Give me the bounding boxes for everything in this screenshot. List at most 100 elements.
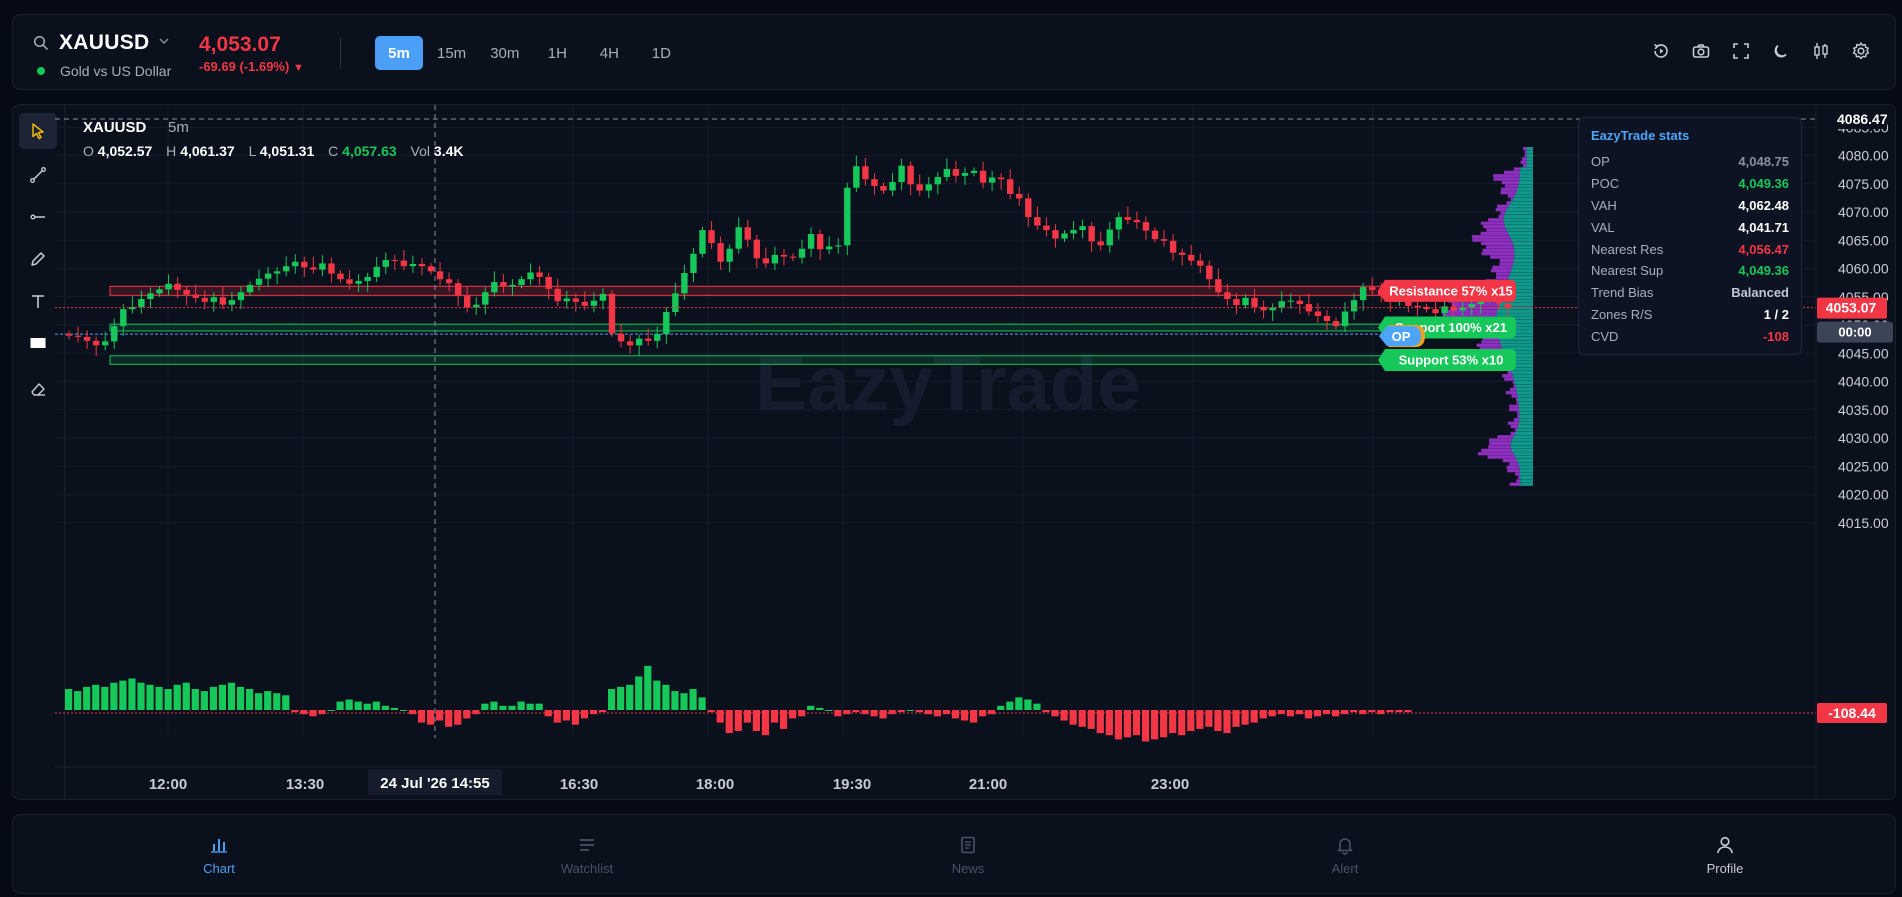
cvd-bar <box>852 710 860 713</box>
profile-bar <box>1524 153 1527 158</box>
profile-bar <box>1513 435 1533 439</box>
cvd-bar <box>1404 710 1412 713</box>
profile-bar <box>1517 394 1533 398</box>
candle-body <box>617 333 625 342</box>
price-tick-label: 4075.00 <box>1838 176 1889 192</box>
profile-bar <box>1515 472 1521 476</box>
profile-bar <box>1511 394 1518 398</box>
profile-bar <box>1499 262 1514 266</box>
cvd-bar <box>236 686 245 710</box>
candle-body <box>183 289 190 295</box>
candle-body <box>219 297 227 305</box>
candle-body <box>807 234 815 249</box>
timeframe-4h[interactable]: 4H <box>585 36 633 70</box>
stats-key: OP <box>1591 154 1610 170</box>
cvd-bar <box>1033 703 1041 710</box>
profile-bar <box>1519 170 1533 174</box>
profile-bar <box>1490 269 1512 273</box>
camera-icon[interactable] <box>1691 41 1711 61</box>
candle-body <box>301 261 308 268</box>
candle-body <box>518 279 525 285</box>
down-arrow-icon: ▼ <box>292 62 304 74</box>
timeframe-1h[interactable]: 1H <box>533 36 581 70</box>
fullscreen-icon[interactable] <box>1731 41 1751 61</box>
cvd-bar <box>273 693 281 710</box>
profile-bar <box>1481 241 1513 246</box>
crosshair-time-text: 24 Jul '26 14:55 <box>380 775 489 792</box>
profile-bar <box>1485 245 1514 249</box>
candle-body <box>645 338 652 341</box>
cvd-bar <box>427 710 435 725</box>
profile-bar <box>1509 404 1519 408</box>
profile-bar <box>1526 163 1533 168</box>
cvd-bar <box>164 689 172 710</box>
search-icon[interactable] <box>33 35 49 51</box>
candle-body <box>102 341 109 346</box>
candle-body <box>581 301 589 306</box>
candles-icon[interactable] <box>1811 41 1831 61</box>
profile-bar <box>1513 245 1533 249</box>
profile-bar <box>1520 479 1533 483</box>
profile-bar <box>1510 431 1516 435</box>
candle-body <box>816 234 824 250</box>
nav-news[interactable]: News <box>908 815 1028 895</box>
profile-bar <box>1513 452 1533 456</box>
nav-alert[interactable]: Alert <box>1285 815 1405 895</box>
candle-body <box>934 176 941 185</box>
timeframe-1d[interactable]: 1D <box>637 36 685 70</box>
nav-profile[interactable]: Profile <box>1665 815 1785 895</box>
profile-bar <box>1509 272 1533 276</box>
cvd-bar <box>743 710 751 723</box>
cvd-bar <box>716 710 724 723</box>
candle-body <box>464 295 471 308</box>
profile-bar <box>1513 377 1533 381</box>
profile-bar <box>1517 187 1533 191</box>
profile-bar <box>1508 231 1533 235</box>
candle-body <box>1169 240 1177 253</box>
stats-key: VAH <box>1591 197 1617 213</box>
timeframe-5m[interactable]: 5m <box>375 36 423 70</box>
candle-body <box>916 184 923 191</box>
candle-body <box>1369 287 1376 290</box>
cvd-bar <box>200 691 208 710</box>
profile-bar <box>1505 224 1533 229</box>
profile-bar <box>1526 157 1533 161</box>
nav-watchlist[interactable]: Watchlist <box>527 815 647 895</box>
price-tick-label: 4015.00 <box>1838 515 1889 531</box>
symbol-name[interactable]: XAUUSD <box>59 31 149 55</box>
profile-bar <box>1512 197 1533 202</box>
cvd-bar <box>1386 710 1394 713</box>
chevron-down-icon[interactable] <box>158 35 170 47</box>
candle-body <box>672 293 679 313</box>
cvd-bar <box>182 682 190 710</box>
profile-bar <box>1489 438 1512 442</box>
moon-icon[interactable] <box>1771 41 1791 61</box>
replay-icon[interactable] <box>1651 41 1671 61</box>
cvd-bar <box>1105 710 1113 736</box>
cvd-bar <box>1042 710 1050 713</box>
price-tick-label: 4045.00 <box>1838 345 1889 361</box>
candle-body <box>400 260 408 267</box>
candle-body <box>1178 252 1186 255</box>
candle-body <box>473 304 480 308</box>
timeframe-15m[interactable]: 15m <box>427 36 476 70</box>
nav-chart[interactable]: Chart <box>159 815 279 895</box>
time-tick-label: 23:00 <box>1151 776 1189 793</box>
profile-bar <box>1503 218 1533 222</box>
cvd-bar <box>707 710 715 713</box>
open-value: 4,052.57 <box>97 143 153 159</box>
cvd-bar <box>372 701 380 710</box>
candle-body <box>1052 230 1059 239</box>
profile-bar <box>1515 397 1518 402</box>
profile-bar <box>1493 177 1520 181</box>
candle-body <box>735 227 742 249</box>
chart-bars-icon <box>211 838 227 853</box>
cvd-bar <box>689 689 697 710</box>
gear-icon[interactable] <box>1851 41 1871 61</box>
candle-body <box>635 338 643 346</box>
timeframe-30m[interactable]: 30m <box>480 36 529 70</box>
profile-bar <box>1508 204 1533 208</box>
profile-bar <box>1506 228 1533 232</box>
stats-value: 4,049.36 <box>1738 263 1789 279</box>
cvd-bar <box>1359 710 1367 715</box>
